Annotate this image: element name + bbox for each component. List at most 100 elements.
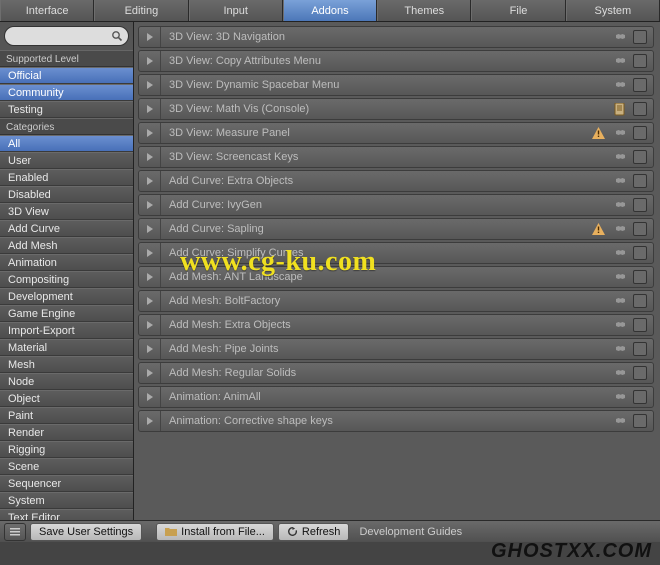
addon-row: Add Mesh: Extra Objects: [138, 314, 654, 336]
enable-checkbox[interactable]: [633, 198, 647, 212]
disclosure-triangle[interactable]: [139, 171, 161, 191]
disclosure-triangle[interactable]: [139, 51, 161, 71]
disclosure-triangle[interactable]: [139, 123, 161, 143]
settings-icon[interactable]: [609, 315, 631, 335]
enable-checkbox[interactable]: [633, 390, 647, 404]
sidebar-item-render[interactable]: Render: [0, 424, 133, 441]
save-settings-button[interactable]: Save User Settings: [30, 523, 142, 541]
settings-icon[interactable]: [609, 195, 631, 215]
folder-icon: [165, 527, 177, 537]
disclosure-triangle[interactable]: [139, 267, 161, 287]
settings-icon[interactable]: [609, 411, 631, 431]
sidebar-item-import-export[interactable]: Import-Export: [0, 322, 133, 339]
disclosure-triangle[interactable]: [139, 291, 161, 311]
addon-label: 3D View: Dynamic Spacebar Menu: [161, 79, 609, 91]
enable-checkbox[interactable]: [633, 318, 647, 332]
addon-row: Add Curve: Simplify Curves: [138, 242, 654, 264]
settings-icon[interactable]: [609, 291, 631, 311]
enable-checkbox[interactable]: [633, 150, 647, 164]
enable-checkbox[interactable]: [633, 366, 647, 380]
doc-icon[interactable]: [609, 99, 631, 119]
settings-menu-button[interactable]: [4, 523, 26, 541]
settings-icon[interactable]: [609, 75, 631, 95]
sidebar-group-supported: Supported Level: [0, 50, 133, 67]
disclosure-triangle[interactable]: [139, 339, 161, 359]
sidebar-item-node[interactable]: Node: [0, 373, 133, 390]
enable-checkbox[interactable]: [633, 414, 647, 428]
settings-icon[interactable]: [609, 219, 631, 239]
disclosure-triangle[interactable]: [139, 147, 161, 167]
sidebar-item-animation[interactable]: Animation: [0, 254, 133, 271]
tab-file[interactable]: File: [471, 0, 565, 21]
sidebar-item-add-curve[interactable]: Add Curve: [0, 220, 133, 237]
settings-icon[interactable]: [609, 267, 631, 287]
enable-checkbox[interactable]: [633, 102, 647, 116]
settings-icon[interactable]: [609, 123, 631, 143]
settings-icon[interactable]: [609, 339, 631, 359]
settings-icon[interactable]: [609, 147, 631, 167]
tab-editing[interactable]: Editing: [94, 0, 188, 21]
settings-icon[interactable]: [609, 171, 631, 191]
sidebar-item-object[interactable]: Object: [0, 390, 133, 407]
tab-input[interactable]: Input: [189, 0, 283, 21]
sidebar-item-compositing[interactable]: Compositing: [0, 271, 133, 288]
tab-system[interactable]: System: [566, 0, 660, 21]
sidebar-item-sequencer[interactable]: Sequencer: [0, 475, 133, 492]
tab-addons[interactable]: Addons: [283, 0, 377, 21]
disclosure-triangle[interactable]: [139, 27, 161, 47]
addon-label: Add Mesh: Regular Solids: [161, 367, 609, 379]
sidebar-item-system[interactable]: System: [0, 492, 133, 509]
enable-checkbox[interactable]: [633, 30, 647, 44]
sidebar-item-3d-view[interactable]: 3D View: [0, 203, 133, 220]
tab-interface[interactable]: Interface: [0, 0, 94, 21]
addon-list: 3D View: 3D Navigation3D View: Copy Attr…: [134, 22, 660, 542]
refresh-button[interactable]: Refresh: [278, 523, 350, 541]
dev-guides-label[interactable]: Development Guides: [353, 526, 462, 538]
disclosure-triangle[interactable]: [139, 315, 161, 335]
sidebar-item-rigging[interactable]: Rigging: [0, 441, 133, 458]
tab-themes[interactable]: Themes: [377, 0, 471, 21]
enable-checkbox[interactable]: [633, 222, 647, 236]
enable-checkbox[interactable]: [633, 246, 647, 260]
disclosure-triangle[interactable]: [139, 75, 161, 95]
settings-icon[interactable]: [609, 387, 631, 407]
settings-icon[interactable]: [609, 243, 631, 263]
disclosure-triangle[interactable]: [139, 387, 161, 407]
sidebar-item-user[interactable]: User: [0, 152, 133, 169]
sidebar-item-development[interactable]: Development: [0, 288, 133, 305]
disclosure-triangle[interactable]: [139, 195, 161, 215]
addon-row: Animation: AnimAll: [138, 386, 654, 408]
sidebar-item-add-mesh[interactable]: Add Mesh: [0, 237, 133, 254]
refresh-label: Refresh: [302, 526, 341, 538]
sidebar-item-game-engine[interactable]: Game Engine: [0, 305, 133, 322]
menu-icon: [9, 526, 21, 538]
settings-icon[interactable]: [609, 363, 631, 383]
addon-row: Animation: Corrective shape keys: [138, 410, 654, 432]
disclosure-triangle[interactable]: [139, 243, 161, 263]
sidebar-item-paint[interactable]: Paint: [0, 407, 133, 424]
sidebar-item-community[interactable]: Community: [0, 84, 133, 101]
enable-checkbox[interactable]: [633, 78, 647, 92]
enable-checkbox[interactable]: [633, 294, 647, 308]
addon-row: Add Mesh: ANT Landscape: [138, 266, 654, 288]
enable-checkbox[interactable]: [633, 342, 647, 356]
settings-icon[interactable]: [609, 51, 631, 71]
enable-checkbox[interactable]: [633, 54, 647, 68]
enable-checkbox[interactable]: [633, 174, 647, 188]
enable-checkbox[interactable]: [633, 270, 647, 284]
sidebar-item-official[interactable]: Official: [0, 67, 133, 84]
disclosure-triangle[interactable]: [139, 219, 161, 239]
disclosure-triangle[interactable]: [139, 411, 161, 431]
install-from-file-button[interactable]: Install from File...: [156, 523, 274, 541]
enable-checkbox[interactable]: [633, 126, 647, 140]
sidebar-item-all[interactable]: All: [0, 135, 133, 152]
settings-icon[interactable]: [609, 27, 631, 47]
disclosure-triangle[interactable]: [139, 99, 161, 119]
sidebar-item-mesh[interactable]: Mesh: [0, 356, 133, 373]
sidebar-item-disabled[interactable]: Disabled: [0, 186, 133, 203]
disclosure-triangle[interactable]: [139, 363, 161, 383]
sidebar-item-testing[interactable]: Testing: [0, 101, 133, 118]
sidebar-item-material[interactable]: Material: [0, 339, 133, 356]
sidebar-item-scene[interactable]: Scene: [0, 458, 133, 475]
sidebar-item-enabled[interactable]: Enabled: [0, 169, 133, 186]
